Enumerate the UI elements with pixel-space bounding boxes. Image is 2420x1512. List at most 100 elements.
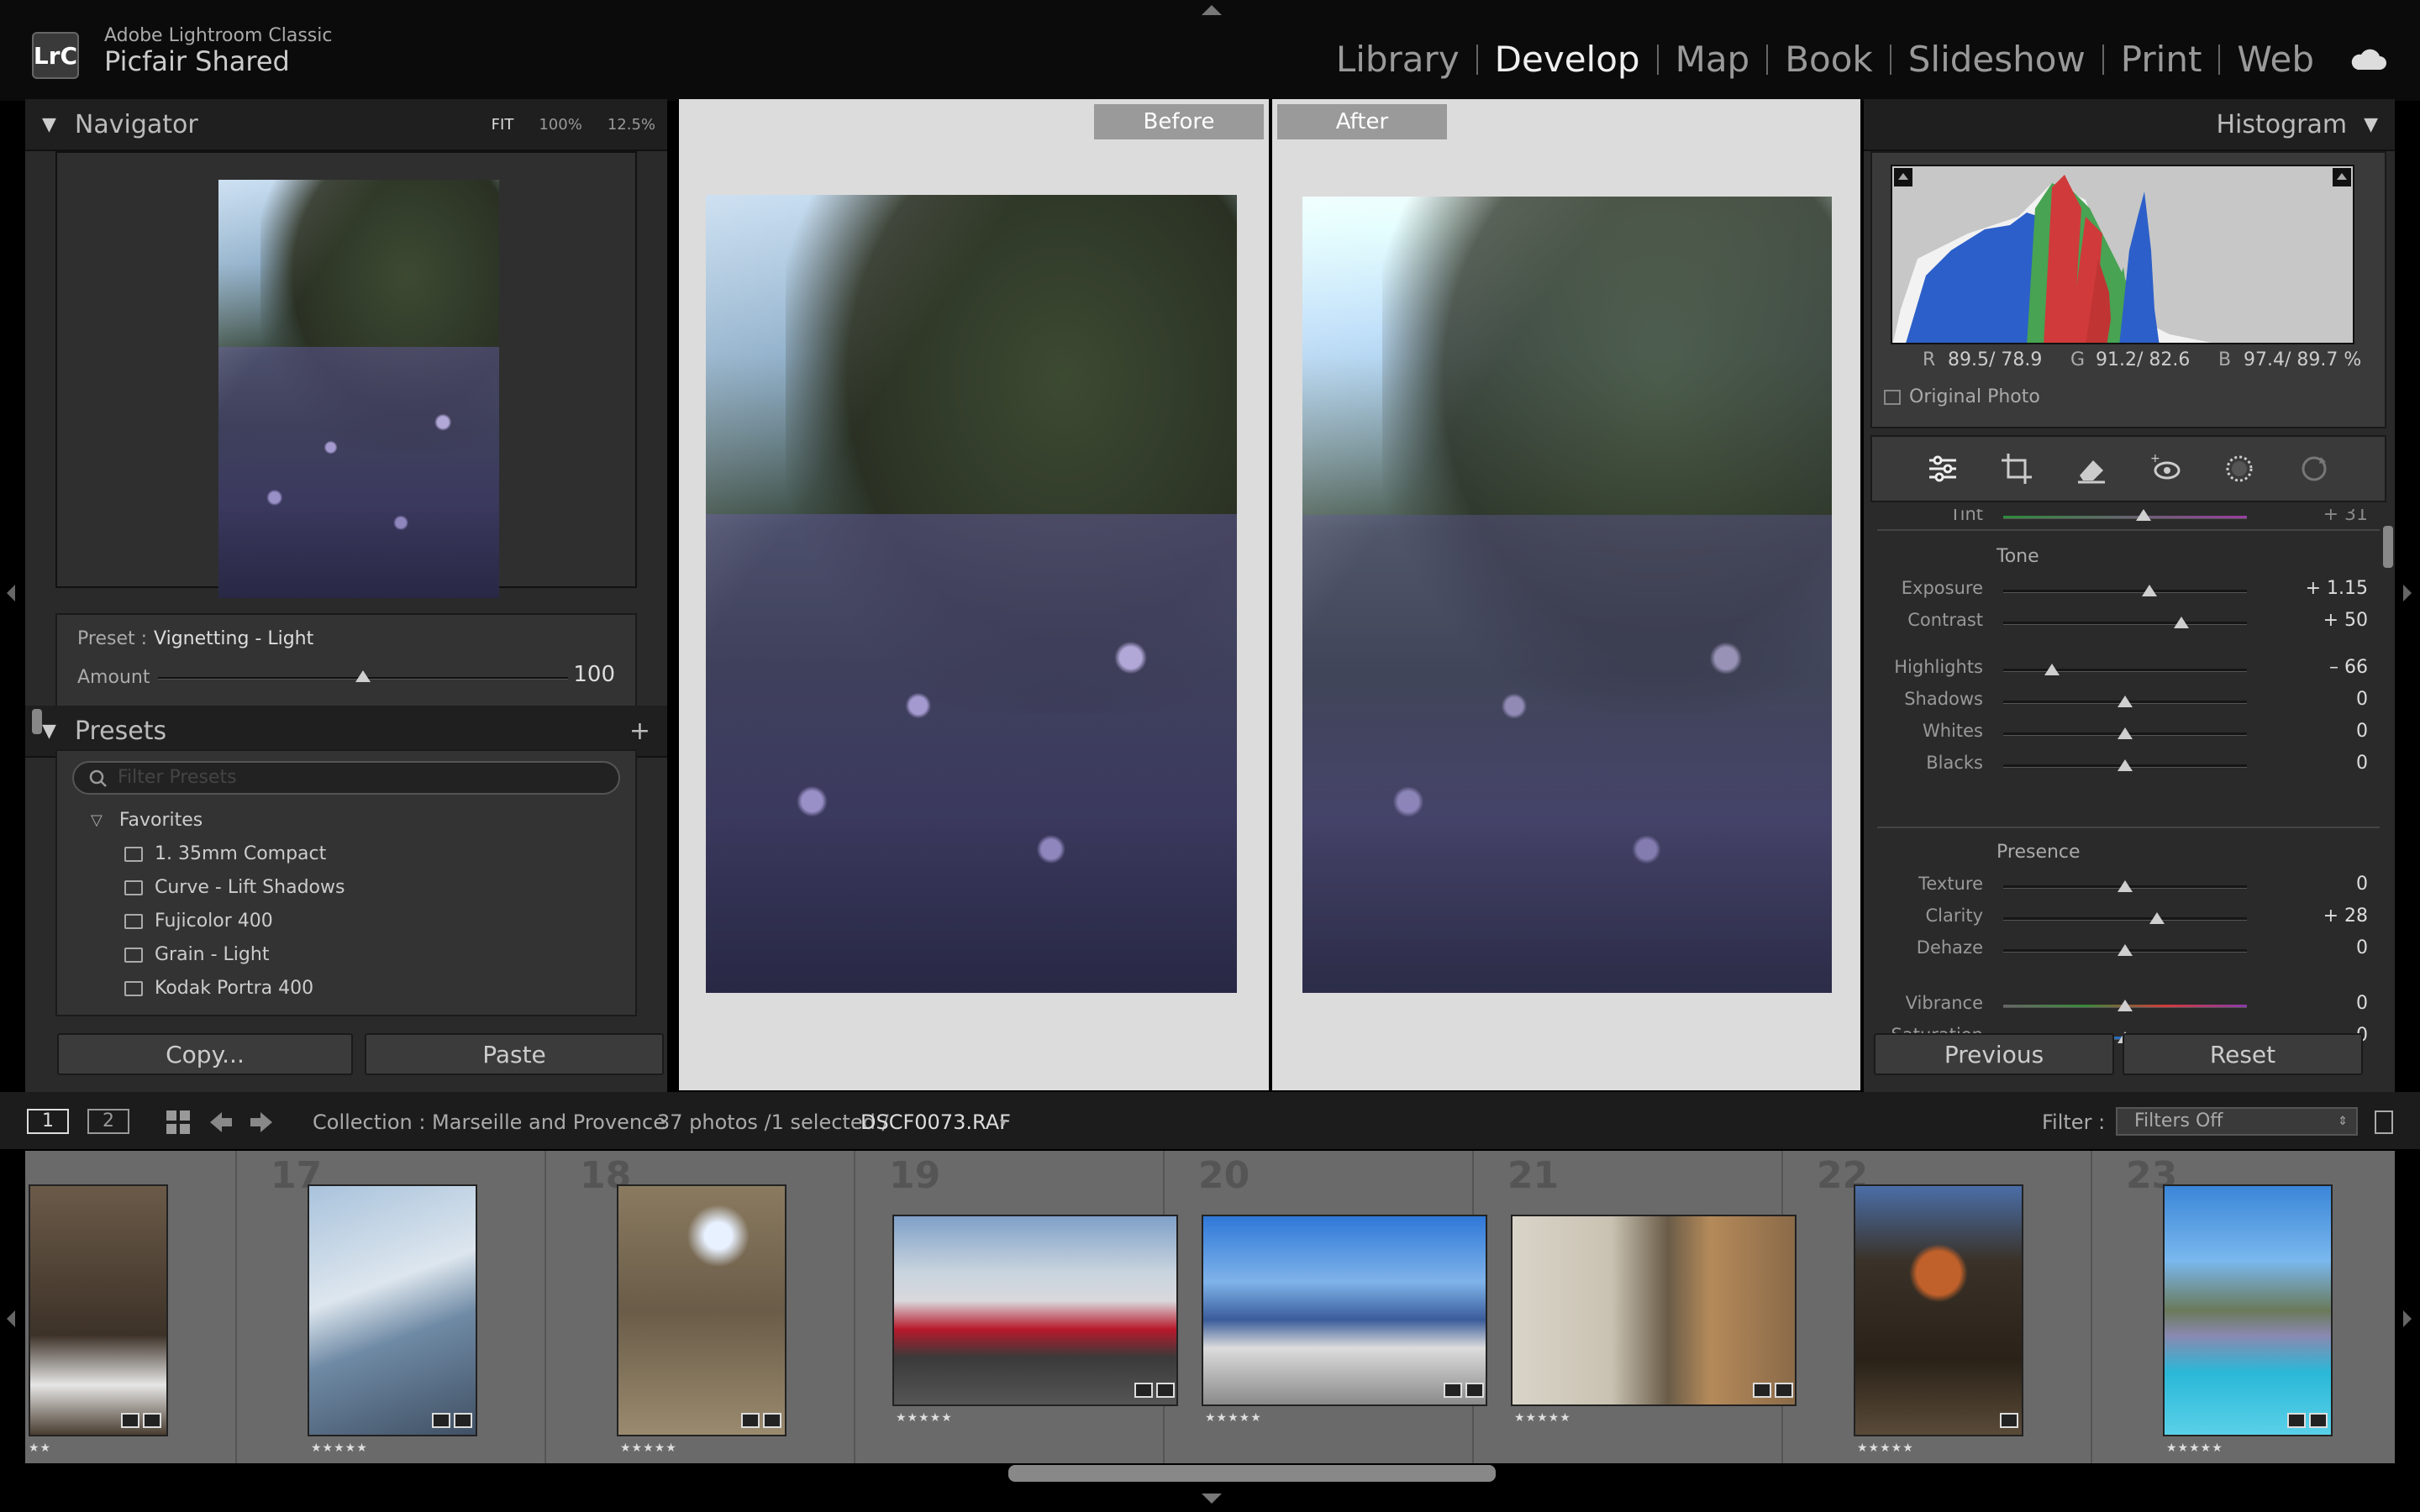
module-develop[interactable]: Develop [1478,39,1657,80]
shadows-slider-row[interactable]: Shadows 0 [1870,689,2386,714]
clarity-slider-row[interactable]: Clarity + 28 [1870,906,2386,931]
slider-track[interactable] [2003,622,2247,625]
slider-knob[interactable] [2173,617,2189,628]
filmstrip-cell[interactable]: 22 ★★★★★ [1785,1151,2092,1463]
slider-value[interactable]: + 28 [2323,906,2368,927]
filmstrip-scrollbar[interactable] [1008,1465,1496,1482]
slider-value[interactable]: + 1.15 [2306,578,2368,599]
paste-button[interactable]: Paste [365,1033,664,1075]
preset-item[interactable]: Kodak Portra 400 [124,978,313,999]
slider-value[interactable]: 0 [2356,874,2368,895]
slider-value[interactable]: – 66 [2329,657,2368,678]
collapse-top-panel-icon[interactable] [1202,5,1222,15]
highlight-clipping-icon[interactable] [2333,168,2351,186]
navigator-preview[interactable] [55,151,637,598]
view-2-button[interactable]: 2 [87,1109,129,1134]
texture-slider-row[interactable]: Texture 0 [1870,874,2386,899]
healing-eraser-icon[interactable] [2075,452,2108,486]
original-photo-toggle[interactable]: Original Photo [1884,386,2040,407]
module-print[interactable]: Print [2104,39,2219,80]
slider-value[interactable]: 0 [2356,721,2368,742]
before-pane[interactable]: Before [679,99,1269,1090]
collapse-triangle-icon[interactable]: ▼ [2364,114,2378,135]
histogram-header[interactable]: Histogram ▼ [1864,99,2395,151]
highlights-slider-row[interactable]: Highlights – 66 [1870,657,2386,682]
slider-value[interactable]: 0 [2356,689,2368,710]
contrast-slider-row[interactable]: Contrast + 50 [1870,610,2386,635]
collection-source[interactable]: Collection : Marseille and Provence [313,1110,666,1134]
slider-knob[interactable] [2044,664,2060,675]
zoom-100[interactable]: 100% [539,116,581,134]
before-photo[interactable] [706,195,1237,993]
cloud-sync-icon[interactable] [2349,48,2386,71]
collapse-triangle-icon[interactable]: ▼ [42,114,56,135]
dehaze-slider-row[interactable]: Dehaze 0 [1870,937,2386,963]
exposure-slider-row[interactable]: Exposure + 1.15 [1870,578,2386,603]
collapse-left-panel-icon[interactable] [7,585,15,601]
module-book[interactable]: Book [1768,39,1890,80]
thumbnail[interactable] [1854,1184,2023,1436]
slider-track[interactable] [2003,590,2247,593]
red-eye-icon[interactable]: + [2149,452,2182,486]
preset-item[interactable]: Curve - Lift Shadows [124,877,345,898]
navigator-header[interactable]: ▼ Navigator FIT 100% 12.5% [25,99,667,151]
expand-triangle-icon[interactable]: ▽ [91,811,103,829]
right-panel-scroll-thumb[interactable] [2383,526,2393,568]
slider-knob[interactable] [2118,759,2133,771]
slider-value[interactable]: 0 [2356,937,2368,958]
filmstrip-cell[interactable]: 19 ★★★★★ [857,1151,1178,1463]
slider-knob[interactable] [2149,912,2165,924]
collapse-triangle-icon[interactable]: ▼ [42,721,56,742]
filmstrip-lock-icon[interactable] [2375,1110,2393,1134]
filmstrip-cell[interactable]: 20 ★★★★★ [1166,1151,1487,1463]
collapse-right-panel-icon[interactable] [2403,585,2412,601]
after-pane[interactable]: After [1272,99,1860,1090]
filter-select[interactable]: Filters Off ⇕ [2116,1107,2358,1136]
crop-icon[interactable] [2000,452,2033,486]
slider-knob[interactable] [2118,696,2133,707]
vibrance-slider-row[interactable]: Vibrance 0 [1870,993,2386,1018]
back-arrow-icon[interactable] [208,1110,234,1134]
filmstrip-left-arrow-icon[interactable] [7,1310,15,1327]
module-map[interactable]: Map [1659,39,1767,80]
slider-knob[interactable] [2118,727,2133,739]
preset-item[interactable]: Grain - Light [124,944,269,965]
zoom-fit[interactable]: FIT [492,116,514,134]
edit-sliders-icon[interactable] [1926,452,1960,486]
thumbnail[interactable] [892,1215,1178,1406]
module-web[interactable]: Web [2220,39,2331,80]
copy-button[interactable]: Copy... [57,1033,353,1075]
thumbnail[interactable] [1511,1215,1797,1406]
shadow-clipping-icon[interactable] [1894,168,1912,186]
whites-slider-row[interactable]: Whites 0 [1870,721,2386,746]
slider-value[interactable]: + 50 [2323,610,2368,631]
favorites-group[interactable]: Favorites [119,810,203,831]
collapse-bottom-panel-icon[interactable] [1202,1494,1222,1504]
slider-track[interactable] [2003,669,2247,672]
preset-item[interactable]: 1. 35mm Compact [124,843,326,864]
tint-slider-row[interactable]: Tint + 31 [1870,509,2386,529]
module-slideshow[interactable]: Slideshow [1891,39,2102,80]
slider-knob[interactable] [2118,880,2133,892]
slider-value[interactable]: 0 [2356,753,2368,774]
filmstrip-right-arrow-icon[interactable] [2403,1310,2412,1327]
histogram-chart[interactable] [1891,165,2354,344]
previous-button[interactable]: Previous [1874,1033,2114,1075]
thumbnail[interactable] [29,1184,168,1436]
forward-arrow-icon[interactable] [249,1110,274,1134]
view-1-button[interactable]: 1 [27,1109,69,1134]
after-photo[interactable] [1302,197,1832,993]
selected-filename[interactable]: DSCF0073.RAF [860,1110,1011,1134]
reset-transform-icon[interactable] [2297,452,2331,486]
blacks-slider-row[interactable]: Blacks 0 [1870,753,2386,778]
filmstrip-cell[interactable]: 23 ★★★★★ [2094,1151,2395,1463]
filmstrip-cell[interactable]: ★★ [25,1151,237,1463]
filter-presets-input[interactable]: Filter Presets [72,761,620,795]
slider-knob[interactable] [2118,944,2133,956]
thumbnail[interactable] [1202,1215,1487,1406]
module-library[interactable]: Library [1319,39,1476,80]
thumbnail[interactable] [308,1184,477,1436]
slider-track[interactable] [2003,917,2247,921]
checkbox[interactable] [1884,389,1901,405]
add-preset-icon[interactable]: + [629,717,650,746]
